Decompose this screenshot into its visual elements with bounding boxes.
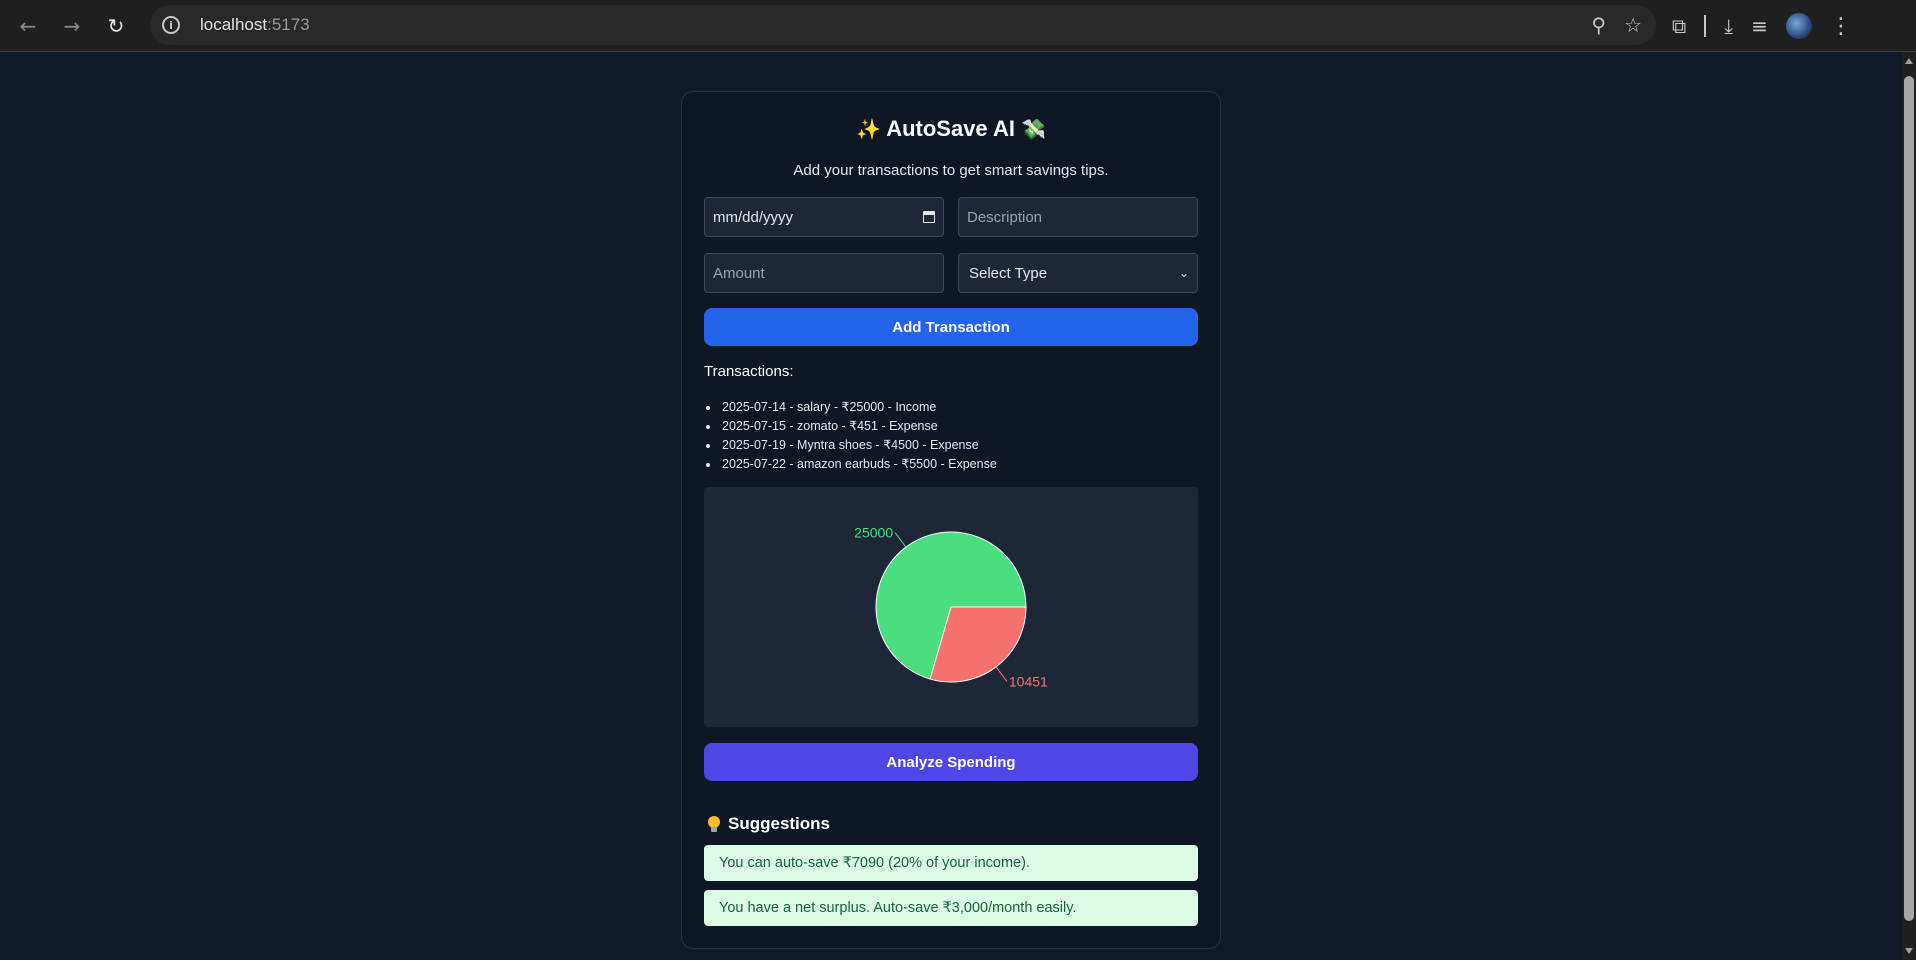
address-bar[interactable]: i localhost:5173 ⚲ ☆ [150,5,1656,45]
suggestion-item: You can auto-save ₹7090 (20% of your inc… [704,845,1198,881]
transaction-item: 2025-07-14 - salary - ₹25000 - Income [704,398,1198,417]
add-transaction-button[interactable]: Add Transaction [704,308,1198,346]
calendar-icon[interactable] [923,211,935,223]
menu-icon[interactable]: ⋮ [1830,14,1852,39]
app-title-text: AutoSave AI [886,116,1015,141]
site-info-icon[interactable]: i [162,16,180,34]
pie-label-line [894,532,907,548]
sparkles-icon: ✨ [855,117,881,141]
transactions-list: 2025-07-14 - salary - ₹25000 - Income 20… [704,398,1198,474]
back-icon[interactable]: ← [6,4,50,48]
transaction-item: 2025-07-15 - zomato - ₹451 - Expense [704,417,1198,436]
download-icon[interactable]: ⤓ [1724,14,1733,38]
browser-toolbar: ← → ↻ i localhost:5173 ⚲ ☆ ⧉ ⤓ ≡ ⋮ [0,0,1916,52]
suggestions-heading-text: Suggestions [728,814,831,833]
description-placeholder: Description [967,208,1043,226]
url-text[interactable]: localhost:5173 [200,15,310,35]
analyze-spending-button[interactable]: Analyze Spending [704,743,1198,781]
suggestions-heading: Suggestions [708,814,830,834]
pie-chart-container: 25000 10451 [704,487,1198,727]
amount-input[interactable]: Amount [704,253,944,293]
suggestion-item: You have a net surplus. Auto-save ₹3,000… [704,890,1198,926]
app-card: ✨ AutoSave AI 💸 Add your transactions to… [681,91,1221,949]
date-input-placeholder: mm/dd/yyyy [713,208,794,226]
forward-icon[interactable]: → [50,4,94,48]
scroll-thumb[interactable] [1904,76,1914,921]
transaction-item: 2025-07-19 - Myntra shoes - ₹4500 - Expe… [704,436,1198,455]
pie-data-label: 10451 [1009,673,1048,689]
pie-chart: 25000 10451 [854,525,1048,690]
type-select[interactable]: Select Type ⌄ [958,253,1198,293]
bookmark-star-icon[interactable]: ☆ [1624,13,1642,37]
extensions-icon[interactable]: ⧉ [1672,14,1686,38]
profile-avatar[interactable] [1785,13,1812,39]
scroll-up-icon[interactable] [1905,58,1913,64]
date-input[interactable]: mm/dd/yyyy [704,197,944,237]
description-input[interactable]: Description [958,197,1198,237]
transactions-heading: Transactions: [704,363,794,380]
app-title: ✨ AutoSave AI 💸 [682,116,1220,142]
lightbulb-icon [708,816,720,832]
toolbar-divider [1704,15,1707,37]
scroll-down-icon[interactable] [1905,948,1913,954]
transaction-item: 2025-07-22 - amazon earbuds - ₹5500 - Ex… [704,455,1198,474]
pie-label-line [995,666,1008,682]
chevron-down-icon: ⌄ [1178,266,1189,280]
type-select-value: Select Type [969,264,1048,282]
amount-placeholder: Amount [713,264,765,282]
app-subtitle: Add your transactions to get smart savin… [793,162,1109,179]
pie-data-label: 25000 [854,525,893,541]
zoom-icon[interactable]: ⚲ [1591,13,1606,37]
reload-icon[interactable]: ↻ [94,4,138,48]
money-wings-icon: 💸 [1021,117,1046,141]
page-scrollbar[interactable] [1902,52,1916,960]
media-queue-icon[interactable]: ≡ [1751,14,1768,38]
